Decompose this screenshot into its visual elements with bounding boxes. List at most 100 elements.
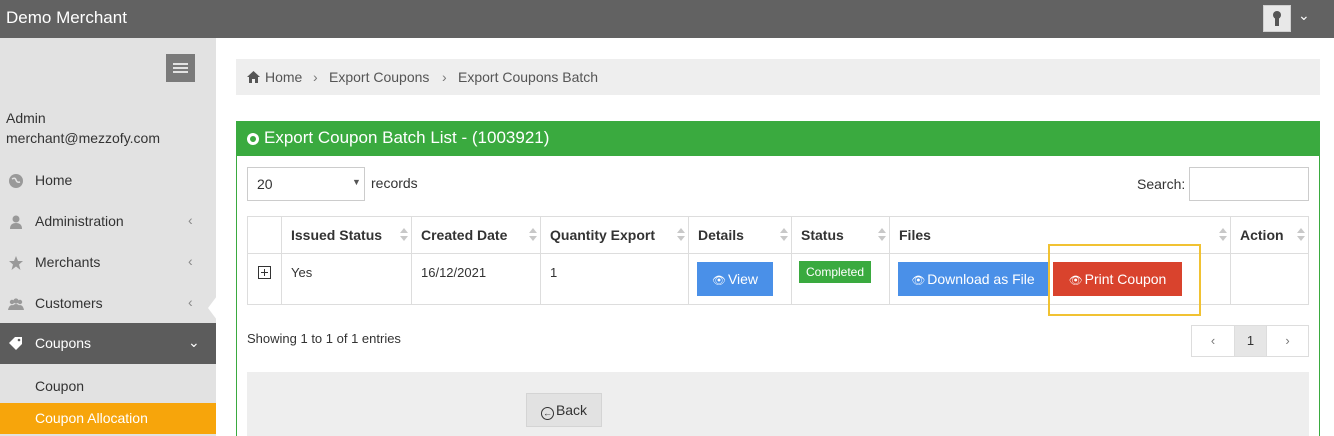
hamburger-line [173, 63, 188, 65]
sidebar-item-label: Home [35, 172, 73, 188]
user-icon [10, 215, 22, 229]
cell-text: Yes [291, 265, 313, 280]
records-label: records [371, 175, 418, 191]
table-cell-details: 👁 View [689, 254, 792, 304]
header-label: Issued Status [291, 227, 383, 243]
sidebar-subitem-coupon-allocation[interactable]: Coupon Allocation [0, 403, 216, 434]
sort-icon [878, 228, 886, 242]
sort-icon [780, 228, 788, 242]
header-label: Quantity Export [550, 227, 656, 243]
sidebar-item-customers[interactable]: Customers ‹ [0, 283, 216, 324]
table-header-status[interactable]: Status [792, 217, 890, 254]
cell-text: 1 [550, 265, 558, 280]
view-button-label: View [727, 271, 759, 287]
sidebar-item-merchants[interactable]: Merchants ‹ [0, 242, 216, 283]
sidebar-subitem-label: Coupon Allocation [35, 410, 148, 426]
star-icon [9, 256, 23, 270]
table-header-quantity-export[interactable]: Quantity Export [541, 217, 689, 254]
table-header-issued-status[interactable]: Issued Status [282, 217, 412, 254]
active-indicator [208, 296, 217, 320]
back-button[interactable]: ← Back [526, 393, 602, 427]
breadcrumb-separator: › [442, 69, 447, 85]
sidebar-item-coupons[interactable]: Coupons ⌄ [0, 323, 216, 364]
table-info: Showing 1 to 1 of 1 entries [247, 331, 401, 346]
table-header-created-date[interactable]: Created Date [412, 217, 541, 254]
sidebar-item-label: Administration [35, 213, 124, 229]
header-label: Created Date [421, 227, 508, 243]
users-icon [8, 298, 24, 310]
header-label: Action [1240, 227, 1284, 243]
expand-row-icon[interactable] [258, 266, 271, 279]
search-label: Search: [1137, 176, 1186, 192]
back-button-label: Back [555, 402, 588, 418]
user-email: merchant@mezzofy.com [6, 130, 160, 146]
sidebar-item-label: Coupons [35, 335, 92, 351]
view-button[interactable]: 👁 View [697, 262, 773, 296]
sidebar-item-label: Merchants [35, 254, 101, 270]
breadcrumb-home[interactable]: Home [265, 69, 302, 85]
table-cell-expand [248, 254, 282, 304]
user-icon-body [1275, 18, 1279, 26]
menu-toggle-button[interactable] [166, 54, 195, 82]
pagination: ‹ 1 › [1191, 325, 1309, 357]
sidebar-subitem-coupon[interactable]: Coupon [0, 371, 216, 402]
sidebar-item-label: Customers [35, 295, 103, 311]
breadcrumb-current: Export Coupons Batch [458, 69, 599, 85]
sort-icon [1219, 228, 1227, 242]
breadcrumb: Home › Export Coupons › Export Coupons B… [236, 59, 1320, 95]
header-label: Files [899, 227, 931, 243]
next-page-button[interactable]: › [1267, 326, 1308, 356]
highlight-box [1048, 244, 1201, 316]
download-as-file-button[interactable]: 👁 Download as File [898, 262, 1048, 296]
app-title: Demo Merchant [6, 8, 127, 27]
table-header-expand [248, 217, 282, 254]
home-icon [247, 71, 260, 83]
table-cell-status: Completed [792, 254, 890, 304]
table-cell-issued-status: Yes [282, 254, 412, 304]
chevron-left-icon: ‹ [188, 294, 193, 310]
globe-icon [9, 174, 23, 188]
panel-header: Export Coupon Batch List - (1003921) [236, 121, 1320, 156]
header-label: Status [801, 227, 844, 243]
hamburger-line [173, 67, 188, 69]
cell-text: 16/12/2021 [421, 265, 487, 280]
sort-icon [529, 228, 537, 242]
user-avatar[interactable] [1263, 5, 1291, 32]
sidebar-item-home[interactable]: Home [0, 160, 216, 201]
chevron-down-icon: ⌄ [188, 334, 200, 350]
caret-down-icon: ▼ [352, 177, 361, 187]
table-cell-created-date: 16/12/2021 [412, 254, 541, 304]
globe-icon [247, 133, 259, 145]
table-cell-quantity-export: 1 [541, 254, 689, 304]
table-header-action[interactable]: Action [1231, 217, 1308, 254]
breadcrumb-export-coupons[interactable]: Export Coupons [329, 69, 429, 85]
records-per-page-value: 20 [257, 176, 273, 192]
chevron-left-icon: ‹ [188, 253, 193, 269]
header-label: Details [698, 227, 744, 243]
form-footer [247, 372, 1309, 436]
hamburger-line [173, 71, 188, 73]
arrow-left-circle-icon: ← [540, 407, 554, 420]
panel-title: Export Coupon Batch List - (1003921) [264, 128, 550, 147]
user-name: Admin [6, 110, 46, 126]
sidebar-item-administration[interactable]: Administration ‹ [0, 201, 216, 242]
top-bar: Demo Merchant ⌄ [0, 0, 1334, 38]
table-cell-action [1231, 254, 1308, 304]
sort-icon [1297, 228, 1305, 242]
chevron-left-icon: ‹ [188, 212, 193, 228]
search-input[interactable] [1189, 167, 1309, 201]
breadcrumb-separator: › [313, 69, 318, 85]
sort-icon [400, 228, 408, 242]
records-per-page-select[interactable]: 20 ▼ [247, 167, 365, 201]
table-header-details[interactable]: Details [689, 217, 792, 254]
eye-icon: 👁 [711, 275, 726, 287]
sort-icon [677, 228, 685, 242]
sidebar-subitem-label: Coupon [35, 378, 85, 394]
chevron-down-icon[interactable]: ⌄ [1298, 7, 1310, 24]
status-badge: Completed [799, 261, 872, 283]
tag-icon [9, 337, 22, 350]
previous-page-button[interactable]: ‹ [1192, 326, 1234, 356]
page-button[interactable]: 1 [1234, 326, 1267, 356]
download-button-label: Download as File [927, 271, 1035, 287]
eye-icon: 👁 [911, 275, 926, 287]
